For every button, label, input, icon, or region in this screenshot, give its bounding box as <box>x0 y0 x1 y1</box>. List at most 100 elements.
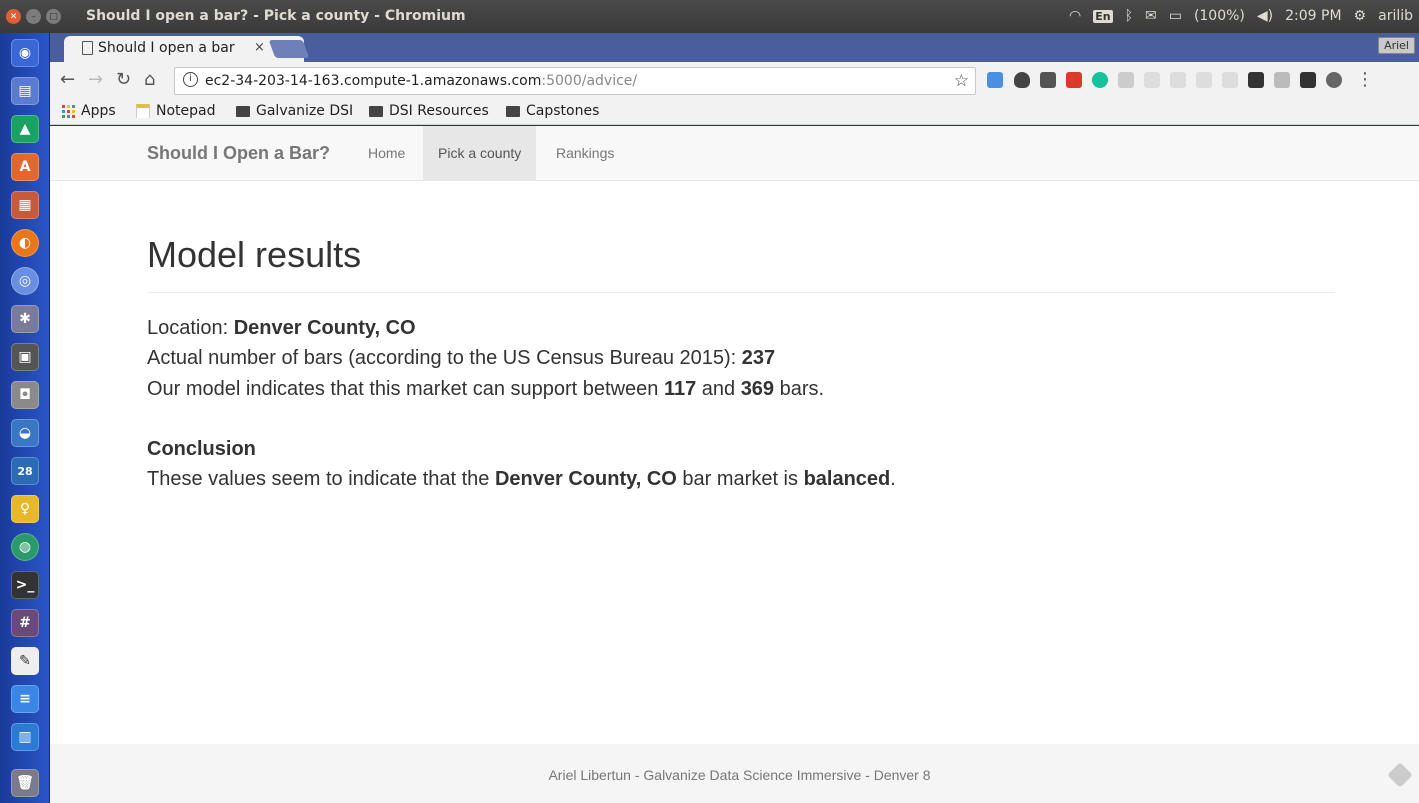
browser-tab-strip: Should I open a bar × Ariel <box>50 33 1419 62</box>
firefox-icon[interactable]: ◐ <box>11 229 39 257</box>
text-editor-icon[interactable]: ✎ <box>11 647 39 675</box>
screenshot-icon[interactable]: ◘ <box>11 381 39 409</box>
new-tab-button[interactable] <box>268 40 310 58</box>
divider <box>147 292 1335 293</box>
folder-icon <box>369 105 383 117</box>
actual-bars-value: 237 <box>741 347 776 369</box>
nav-pick-a-county[interactable]: Pick a county <box>423 126 537 180</box>
battery-icon[interactable]: ▭ <box>1169 8 1182 24</box>
reload-icon[interactable]: ↻ <box>116 70 131 90</box>
bookmark-label: Apps <box>81 103 116 119</box>
location-value: Denver County, CO <box>233 317 416 339</box>
browser-toolbar: ← → ↻ ⌂ i ec2-34-203-14-163.compute-1.am… <box>50 62 1419 99</box>
search-extension-icon[interactable] <box>1170 72 1186 88</box>
model-low-value: 117 <box>663 378 697 400</box>
bookmark-apps[interactable]: Apps <box>62 103 116 119</box>
footer-text: Ariel Libertun - Galvanize Data Science … <box>548 767 931 783</box>
conclusion-location: Denver County, CO <box>494 468 677 490</box>
user-name[interactable]: arilib <box>1378 8 1413 24</box>
red-extension-icon[interactable] <box>1066 72 1082 88</box>
site-navbar: Should I Open a Bar? Home Pick a county … <box>50 126 1419 181</box>
model-high-value: 369 <box>740 378 775 400</box>
bookmark-label: Notepad <box>156 103 216 119</box>
apps-grid-icon <box>62 104 75 118</box>
tab-title: Should I open a bar <box>98 40 235 56</box>
dots-extension-icon[interactable] <box>1300 72 1316 88</box>
nav-rankings[interactable]: Rankings <box>541 126 629 180</box>
browser-tab[interactable]: Should I open a bar × <box>64 36 304 62</box>
bluetooth-icon[interactable]: ᛒ <box>1125 8 1133 24</box>
nav-home[interactable]: Home <box>353 126 420 180</box>
software-center-icon[interactable]: A <box>11 153 39 181</box>
profile-button[interactable]: Ariel <box>1378 37 1415 54</box>
qr-code-icon[interactable] <box>1040 72 1056 88</box>
bookmark-label: DSI Resources <box>389 103 489 119</box>
wifi-icon[interactable]: ◠ <box>1069 8 1081 24</box>
folder-icon <box>506 105 520 117</box>
url-text[interactable]: ec2-34-203-14-163.compute-1.amazonaws.co… <box>205 73 637 89</box>
pocket-icon[interactable] <box>1014 72 1030 88</box>
bookmark-notepad[interactable]: Notepad <box>136 103 216 119</box>
home-icon[interactable]: ⌂ <box>144 70 155 90</box>
bookmarks-bar: Apps Notepad Galvanize DSI DSI Resources… <box>50 99 1419 125</box>
files-icon[interactable]: ▤ <box>11 77 39 105</box>
grammarly-icon[interactable] <box>1092 72 1108 88</box>
image-extension-icon[interactable] <box>1196 72 1212 88</box>
forward-arrow-icon[interactable]: → <box>88 70 103 90</box>
conclusion-line: These values seem to indicate that the D… <box>147 468 896 490</box>
camera-extension-icon[interactable] <box>1118 72 1134 88</box>
calendar-icon[interactable]: 28 <box>11 457 39 485</box>
bookmark-galvanize-dsi[interactable]: Galvanize DSI <box>236 103 353 119</box>
extension-arrow-icon[interactable] <box>987 72 1003 88</box>
battery-percent[interactable]: (100%) <box>1194 8 1245 24</box>
volume-icon[interactable]: ◀) <box>1257 8 1273 24</box>
window-title: Should I open a bar? - Pick a county - C… <box>86 8 466 24</box>
swirl-extension-icon[interactable] <box>1326 72 1342 88</box>
bookmark-star-icon[interactable]: ☆ <box>954 71 969 91</box>
model-range-line: Our model indicates that this market can… <box>147 378 825 400</box>
window-close-button[interactable]: ✕ <box>6 9 21 24</box>
address-bar[interactable]: i ec2-34-203-14-163.compute-1.amazonaws.… <box>174 67 976 95</box>
bookmark-capstones[interactable]: Capstones <box>506 103 599 119</box>
site-info-icon[interactable]: i <box>183 72 198 87</box>
slack-icon[interactable]: # <box>11 609 39 637</box>
font-extension-icon[interactable] <box>1144 72 1160 88</box>
folder-icon <box>236 105 250 117</box>
terminal-icon[interactable]: >_ <box>11 571 39 599</box>
bookmark-label: Capstones <box>526 103 600 119</box>
trash-icon[interactable]: 🗑 <box>11 769 39 797</box>
grid-extension-icon[interactable] <box>1274 72 1290 88</box>
keyboard-layout-indicator[interactable]: En <box>1093 9 1113 23</box>
window-minimize-button[interactable]: – <box>26 9 41 24</box>
network-icon[interactable]: ◍ <box>11 533 39 561</box>
calculator-icon[interactable]: ▣ <box>11 343 39 371</box>
m-extension-icon[interactable] <box>1248 72 1264 88</box>
system-tray: ◠ En ᛒ ✉ ▭ (100%) ◀) 2:09 PM ⚙ arilib <box>1069 8 1413 24</box>
window-maximize-button[interactable]: □ <box>46 9 61 24</box>
menu-kebab-icon[interactable]: ⋮ <box>1356 70 1374 90</box>
clock[interactable]: 2:09 PM <box>1285 8 1341 24</box>
page-title: Model results <box>147 234 362 275</box>
system-top-bar: ✕ – □ Should I open a bar? - Pick a coun… <box>0 0 1419 33</box>
power-settings-icon[interactable]: ⚙ <box>1354 8 1367 24</box>
page-icon <box>82 41 93 55</box>
chromium-icon[interactable]: ◎ <box>11 267 39 295</box>
notion-extension-icon[interactable] <box>1222 72 1238 88</box>
docs-icon[interactable]: ≡ <box>11 685 39 713</box>
location-line: Location: Denver County, CO <box>147 317 416 339</box>
file-cabinet-icon[interactable]: ▦ <box>11 191 39 219</box>
bookmark-label: Galvanize DSI <box>256 103 354 119</box>
conclusion-heading: Conclusion <box>147 438 256 460</box>
bookmark-dsi-resources[interactable]: DSI Resources <box>369 103 489 119</box>
system-settings-icon[interactable]: ✱ <box>11 305 39 333</box>
google-drive-icon[interactable]: ▲ <box>11 115 39 143</box>
remote-desktop-icon[interactable]: ◒ <box>11 419 39 447</box>
web-page: Should I Open a Bar? Home Pick a county … <box>50 126 1419 803</box>
tab-close-icon[interactable]: × <box>254 40 265 55</box>
trello-icon[interactable]: ▥ <box>11 723 39 751</box>
keep-notes-icon[interactable]: ♀ <box>11 495 39 523</box>
mail-icon[interactable]: ✉ <box>1145 8 1157 24</box>
site-brand[interactable]: Should I Open a Bar? <box>147 143 330 164</box>
dash-icon[interactable]: ◉ <box>11 39 39 67</box>
back-arrow-icon[interactable]: ← <box>60 70 75 90</box>
